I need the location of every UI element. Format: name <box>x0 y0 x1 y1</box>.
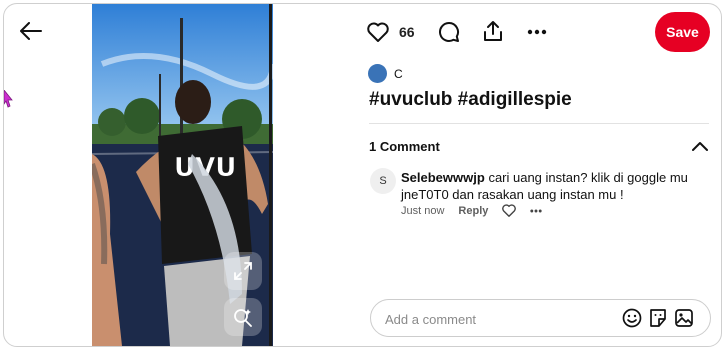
comment-button[interactable] <box>437 20 461 44</box>
pin-author[interactable]: C <box>368 64 403 83</box>
comment-bubble-icon <box>439 22 459 42</box>
like-button[interactable] <box>366 20 390 44</box>
expand-button[interactable] <box>224 252 262 290</box>
photo-upload-button[interactable] <box>674 308 694 328</box>
heart-icon <box>502 204 517 217</box>
visual-search-button[interactable] <box>224 298 262 336</box>
arrow-left-icon <box>20 22 42 40</box>
visual-search-icon <box>234 309 252 327</box>
share-upload-icon <box>484 21 502 41</box>
share-button[interactable] <box>481 19 505 43</box>
add-comment-box <box>370 299 711 337</box>
pin-image[interactable]: UVU <box>92 4 273 346</box>
save-button[interactable]: Save <box>655 12 710 52</box>
pin-closeup-card: UVU 66 Save C #uvuclub #adigillespie 1 C… <box>3 3 722 347</box>
collapse-comments-button[interactable] <box>692 138 708 156</box>
add-comment-input[interactable] <box>383 309 607 329</box>
commenter-avatar[interactable]: S <box>370 168 396 194</box>
image-divider <box>269 4 272 346</box>
comments-header: 1 Comment <box>369 139 440 154</box>
comment-body: Selebewwwjp cari uang instan? klik di go… <box>401 169 691 203</box>
section-divider <box>369 123 709 124</box>
commenter-username[interactable]: Selebewwwjp <box>401 170 485 185</box>
chevron-up-icon <box>692 142 708 151</box>
back-button[interactable] <box>16 16 46 46</box>
emoji-icon <box>622 308 642 328</box>
emoji-button[interactable] <box>622 308 642 328</box>
comment-like-button[interactable] <box>502 204 517 217</box>
author-name[interactable]: C <box>394 67 403 81</box>
pin-title: #uvuclub #adigillespie <box>369 89 572 110</box>
heart-icon <box>367 22 389 42</box>
pin-action-bar: 66 Save <box>366 12 714 52</box>
more-options-button[interactable] <box>524 20 550 44</box>
comment-more-button[interactable] <box>530 209 543 213</box>
more-dots-icon <box>530 209 543 212</box>
image-icon <box>675 309 693 327</box>
pin-photo-illustration: UVU <box>92 4 273 346</box>
sticker-button[interactable] <box>648 308 668 328</box>
comment-meta: Just now Reply <box>401 204 543 217</box>
reply-button[interactable]: Reply <box>458 205 488 217</box>
sticker-icon <box>650 309 666 327</box>
expand-icon <box>234 262 252 280</box>
author-avatar[interactable] <box>368 64 387 83</box>
comment-timestamp: Just now <box>401 204 445 217</box>
like-count: 66 <box>399 24 415 40</box>
more-dots-icon <box>527 29 547 35</box>
mouse-cursor-icon <box>4 90 13 108</box>
